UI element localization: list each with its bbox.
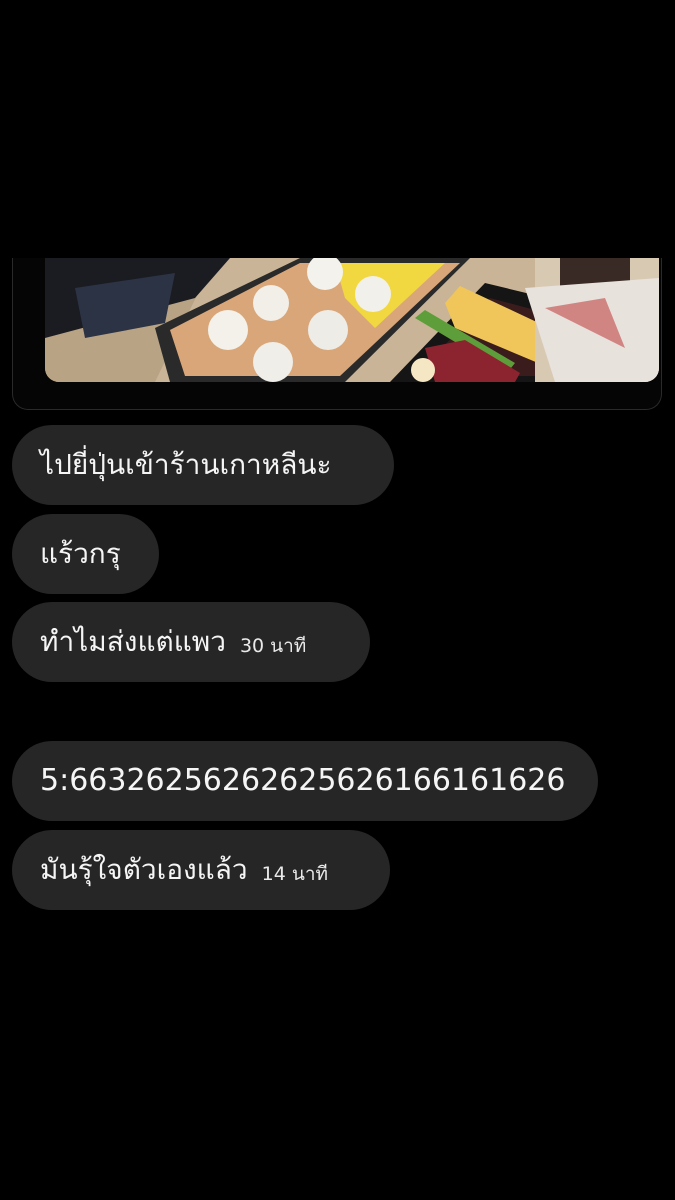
message-text: มันรุ้ใจตัวเองแล้ว — [40, 853, 248, 886]
shared-photo-message[interactable] — [12, 258, 662, 410]
message-text: 5:66326256262625626166161626 — [40, 763, 566, 798]
food-photo-icon — [45, 258, 659, 382]
message-text: แร้วกรุ — [40, 537, 121, 570]
message-bubble[interactable]: มันรุ้ใจตัวเองแล้ว 14 นาที — [12, 830, 390, 910]
message-bubble[interactable]: ไปยี่ปุ่นเข้าร้านเกาหลีนะ — [12, 425, 394, 505]
message-bubble[interactable]: แร้วกรุ — [12, 514, 159, 594]
message-text: ทำไมส่งแต่แพว — [40, 625, 226, 658]
message-bubble[interactable]: 5:66326256262625626166161626 — [12, 741, 598, 821]
message-timestamp: 30 นาที — [239, 634, 307, 657]
message-text: ไปยี่ปุ่นเข้าร้านเกาหลีนะ — [40, 448, 332, 481]
food-photo[interactable] — [45, 258, 659, 382]
message-timestamp: 14 นาที — [261, 862, 329, 885]
message-bubble[interactable]: ทำไมส่งแต่แพว 30 นาที — [12, 602, 370, 682]
chat-thread: ไปยี่ปุ่นเข้าร้านเกาหลีนะ แร้วกรุ ทำไมส่… — [0, 0, 675, 1200]
